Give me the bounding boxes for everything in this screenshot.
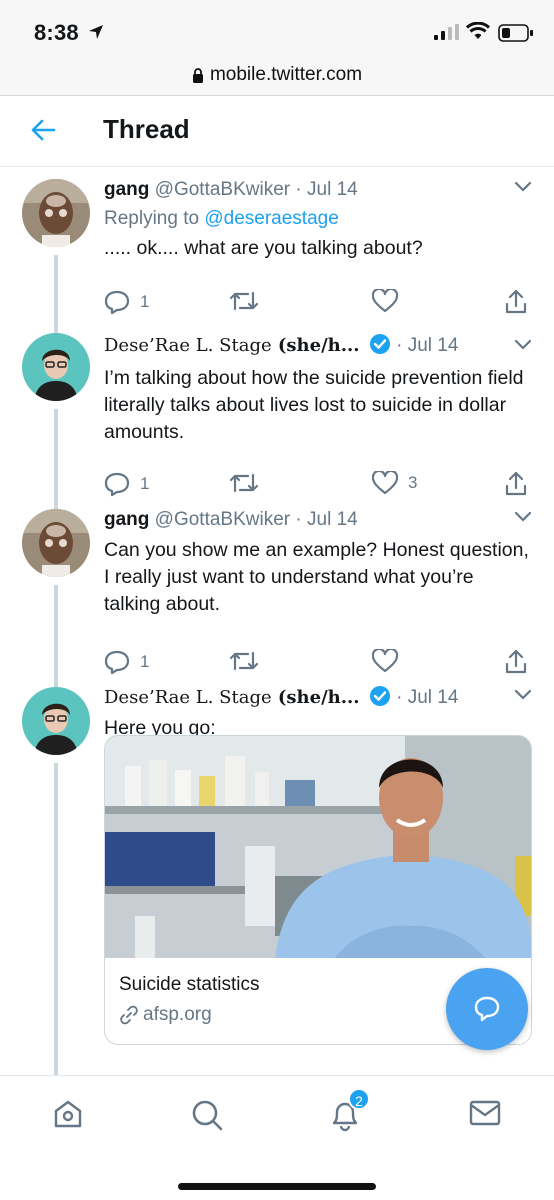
avatar[interactable] (22, 333, 90, 401)
retweet-button[interactable] (229, 289, 269, 313)
share-button[interactable] (504, 649, 528, 675)
heart-icon (372, 471, 398, 495)
reply-button[interactable]: 1 (104, 289, 149, 315)
retweet-icon (229, 291, 259, 311)
share-button[interactable] (504, 289, 528, 315)
like-button[interactable]: 3 (372, 471, 417, 495)
display-name-pronouns[interactable]: (she/h... (272, 335, 360, 356)
chevron-down-icon[interactable] (514, 181, 532, 193)
cellular-signal-icon (434, 24, 459, 40)
thread-connector (54, 675, 58, 687)
status-bar: 8:38 (0, 0, 554, 62)
page-title: Thread (103, 114, 190, 144)
reply-count: 1 (140, 474, 150, 493)
chevron-down-icon[interactable] (514, 511, 532, 523)
thread-connector (54, 319, 58, 333)
search-icon[interactable] (190, 1098, 224, 1132)
tweet-meta: gang @GottaBKwiker · Jul 14 (104, 179, 358, 200)
like-count: 3 (408, 473, 418, 492)
tweet-meta: gang @GottaBKwiker · Jul 14 (104, 509, 358, 530)
avatar[interactable] (22, 687, 90, 755)
reply-count: 1 (140, 292, 150, 311)
messages-envelope-icon[interactable] (468, 1098, 502, 1128)
thread-connector (54, 585, 58, 675)
retweet-button[interactable] (229, 649, 269, 673)
heart-icon (372, 649, 398, 673)
tweet-text: I’m talking about how the suicide preven… (104, 367, 524, 443)
tweet-meta: Dese’Rae L. Stage (she/h... · Jul 14 (104, 334, 459, 356)
bottom-navigation: 2 (0, 1075, 554, 1200)
tweet-meta: Dese’Rae L. Stage (she/h... · Jul 14 (104, 686, 459, 708)
tweet-date[interactable]: Jul 14 (408, 687, 459, 708)
tweet[interactable]: gang @GottaBKwiker · Jul 14 Replying to … (0, 167, 554, 319)
reply-count: 1 (140, 652, 150, 671)
chevron-down-icon[interactable] (514, 689, 532, 701)
share-icon (505, 289, 527, 314)
avatar[interactable] (22, 179, 90, 247)
compose-reply-icon (474, 996, 500, 1022)
tweet-date[interactable]: Jul 14 (307, 509, 358, 530)
retweet-icon (229, 473, 259, 493)
handle[interactable]: @GottaBKwiker (155, 179, 290, 200)
tweet-date[interactable]: Jul 14 (307, 179, 358, 200)
replying-to-handle[interactable]: @deseraestage (204, 208, 338, 229)
replying-label: Replying to (104, 208, 200, 229)
thread-connector (54, 497, 58, 509)
location-arrow-icon (89, 25, 103, 39)
thread-connector (54, 763, 58, 1075)
link-card-image[interactable] (105, 736, 532, 958)
back-arrow-icon[interactable] (30, 118, 56, 142)
link-icon (120, 1005, 138, 1025)
verified-badge-icon (369, 686, 390, 706)
display-name[interactable]: Dese’Rae L. Stage (104, 687, 272, 708)
handle[interactable]: @GottaBKwiker (155, 509, 290, 530)
retweet-icon (229, 651, 259, 671)
compose-reply-button[interactable] (446, 968, 528, 1050)
chevron-down-icon[interactable] (514, 339, 532, 351)
thread-connector (54, 255, 58, 319)
tweet[interactable]: gang @GottaBKwiker · Jul 14 Can you show… (0, 497, 554, 675)
like-button[interactable] (372, 649, 408, 673)
retweet-button[interactable] (229, 471, 269, 495)
share-icon (505, 649, 527, 674)
thread-connector (54, 409, 58, 497)
link-card-domain-text: afsp.org (143, 1004, 212, 1025)
verified-badge-icon (369, 334, 390, 354)
reply-icon (104, 650, 130, 675)
home-icon[interactable] (52, 1098, 84, 1130)
lock-icon (192, 67, 203, 83)
tweet-date[interactable]: Jul 14 (408, 335, 459, 356)
browser-url-bar[interactable]: mobile.twitter.com (0, 62, 554, 96)
like-button[interactable] (372, 289, 408, 313)
display-name[interactable]: Dese’Rae L. Stage (104, 335, 272, 356)
link-card-title[interactable]: Suicide statistics (119, 974, 259, 996)
reply-button[interactable]: 1 (104, 471, 149, 497)
tweet-text: Can you show me an example? Honest quest… (104, 539, 529, 615)
thread-header: Thread (0, 96, 554, 167)
wifi-icon (466, 22, 490, 39)
status-time: 8:38 (34, 20, 79, 45)
notifications-badge: 2 (348, 1088, 370, 1110)
reply-icon (104, 472, 130, 497)
reply-icon (104, 290, 130, 315)
tweet-actions: 1 (104, 289, 534, 319)
tweet-text: ..... ok.... what are you talking about? (104, 237, 423, 259)
display-name[interactable]: gang (104, 509, 149, 530)
tweet[interactable]: Dese’Rae L. Stage (she/h... · Jul 14 I’m… (0, 319, 554, 497)
browser-url: mobile.twitter.com (209, 64, 363, 85)
reply-button[interactable]: 1 (104, 649, 149, 675)
share-icon (505, 471, 527, 496)
display-name[interactable]: gang (104, 179, 149, 200)
home-indicator (178, 1183, 376, 1190)
link-card-domain[interactable]: afsp.org (119, 1004, 212, 1026)
share-button[interactable] (504, 471, 528, 497)
thread-list[interactable]: gang @GottaBKwiker · Jul 14 Replying to … (0, 167, 554, 1075)
display-name-pronouns[interactable]: (she/h... (272, 687, 360, 708)
avatar[interactable] (22, 509, 90, 577)
heart-icon (372, 289, 398, 313)
replying-to: Replying to @deseraestage (104, 205, 534, 233)
battery-icon (498, 24, 533, 42)
